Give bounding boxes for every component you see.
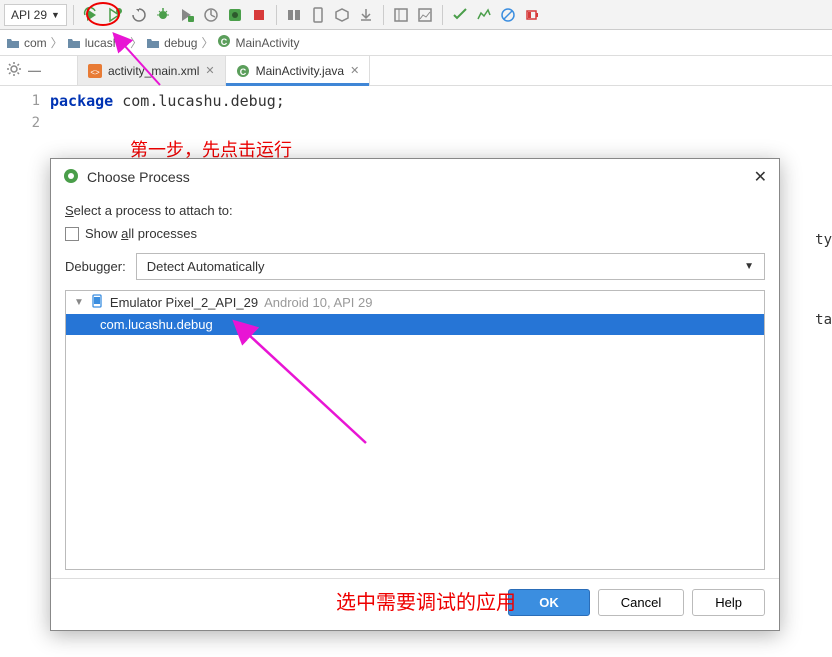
live-edit-icon[interactable] xyxy=(449,4,471,26)
tab-label: activity_main.xml xyxy=(108,64,199,78)
checkbox-icon[interactable] xyxy=(65,227,79,241)
debug-icon[interactable] xyxy=(152,4,174,26)
xml-icon: <> xyxy=(88,64,102,78)
tab-label: MainActivity.java xyxy=(256,64,344,78)
clipped-code: ty ta xyxy=(815,220,832,340)
dialog-titlebar: Choose Process ✕ xyxy=(51,159,779,195)
tree-process-row[interactable]: com.lucashu.debug xyxy=(66,314,764,335)
line-gutter: 1 2 xyxy=(0,86,50,138)
choose-process-dialog: Choose Process ✕ Select a process to att… xyxy=(50,158,780,631)
attach-debugger-icon[interactable] xyxy=(224,4,246,26)
chevron-right-icon: 〉 xyxy=(51,34,63,51)
device-name: Emulator Pixel_2_API_29 xyxy=(110,295,258,310)
select-process-label: Select a process to attach to: xyxy=(65,203,765,218)
folder-icon xyxy=(67,37,81,49)
profiler-icon[interactable] xyxy=(473,4,495,26)
svg-text:<>: <> xyxy=(90,68,100,77)
collapse-icon[interactable]: — xyxy=(28,63,41,78)
sdk-icon[interactable] xyxy=(331,4,353,26)
debugger-label: Debugger: xyxy=(65,259,126,274)
avd-icon[interactable] xyxy=(307,4,329,26)
tree-device-row[interactable]: ▼ Emulator Pixel_2_API_29 Android 10, AP… xyxy=(66,291,764,314)
code-editor[interactable]: 1 2 package com.lucashu.debug; xyxy=(0,86,832,138)
breadcrumb-item[interactable]: lucashu xyxy=(85,36,126,50)
apply-changes-icon[interactable] xyxy=(104,4,126,26)
class-icon: C xyxy=(217,34,231,51)
folder-icon xyxy=(6,37,20,49)
hot-reload-icon[interactable] xyxy=(128,4,150,26)
class-icon: C xyxy=(236,64,250,78)
dialog-title: Choose Process xyxy=(87,169,190,185)
checkbox-label: Show all processes xyxy=(85,226,197,241)
tab-main-activity[interactable]: C MainActivity.java ✕ xyxy=(226,56,371,85)
run-icon[interactable] xyxy=(80,4,102,26)
editor-tabbar: — <> activity_main.xml ✕ C MainActivity.… xyxy=(0,56,832,86)
show-all-checkbox[interactable]: Show all processes xyxy=(65,226,765,241)
expand-icon[interactable]: ▼ xyxy=(74,297,84,308)
block-icon[interactable] xyxy=(497,4,519,26)
process-tree[interactable]: ▼ Emulator Pixel_2_API_29 Android 10, AP… xyxy=(65,290,765,570)
download-icon[interactable] xyxy=(355,4,377,26)
close-icon[interactable]: ✕ xyxy=(205,64,214,77)
profile-icon[interactable] xyxy=(200,4,222,26)
battery-icon[interactable] xyxy=(521,4,543,26)
svg-text:C: C xyxy=(239,67,246,77)
process-name: com.lucashu.debug xyxy=(100,317,213,332)
resource-manager-icon[interactable] xyxy=(414,4,436,26)
tab-activity-main[interactable]: <> activity_main.xml ✕ xyxy=(78,56,226,85)
svg-text:C: C xyxy=(221,37,228,47)
annotation-select-app: 选中需要调试的应用 xyxy=(336,586,516,615)
device-icon xyxy=(90,294,104,311)
layout-inspector-icon[interactable] xyxy=(390,4,412,26)
device-selector[interactable]: API 29 ▼ xyxy=(4,4,67,26)
help-button[interactable]: Help xyxy=(692,589,765,616)
ok-button[interactable]: OK xyxy=(508,589,590,616)
chevron-down-icon: ▼ xyxy=(744,261,754,272)
stop-icon[interactable] xyxy=(248,4,270,26)
breadcrumb-item[interactable]: MainActivity xyxy=(235,36,299,50)
close-icon[interactable]: ✕ xyxy=(350,64,359,77)
code-content: package com.lucashu.debug; xyxy=(50,86,285,138)
close-icon[interactable]: ✕ xyxy=(754,167,767,187)
main-toolbar: API 29 ▼ xyxy=(0,0,832,30)
breadcrumb-item[interactable]: debug xyxy=(164,36,197,50)
chevron-right-icon: 〉 xyxy=(130,34,142,51)
folder-icon xyxy=(146,37,160,49)
breadcrumb-item[interactable]: com xyxy=(24,36,47,50)
breadcrumb: com 〉 lucashu 〉 debug 〉 C MainActivity xyxy=(0,30,832,56)
app-icon xyxy=(63,168,79,187)
gear-icon[interactable] xyxy=(6,61,22,80)
device-meta: Android 10, API 29 xyxy=(264,295,372,310)
coverage-icon[interactable] xyxy=(176,4,198,26)
debugger-selector[interactable]: Detect Automatically ▼ xyxy=(136,253,765,280)
sync-icon[interactable] xyxy=(283,4,305,26)
chevron-right-icon: 〉 xyxy=(201,34,213,51)
cancel-button[interactable]: Cancel xyxy=(598,589,684,616)
